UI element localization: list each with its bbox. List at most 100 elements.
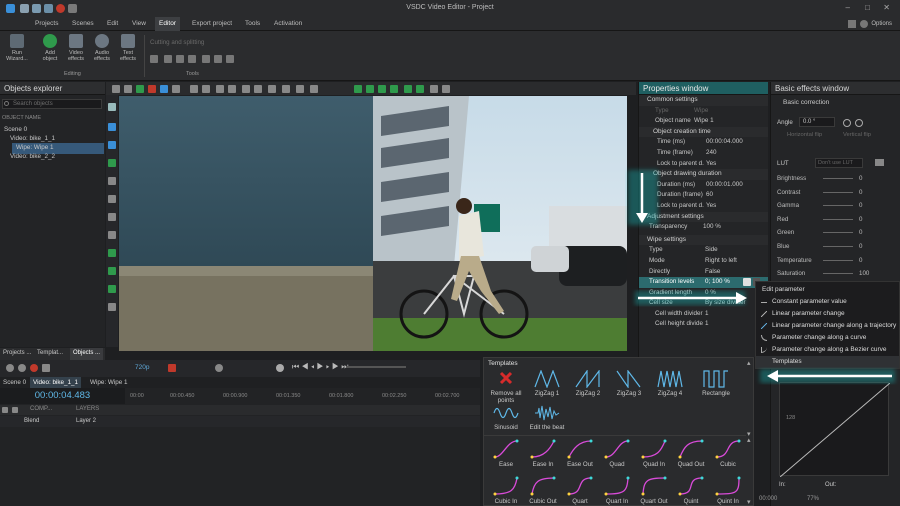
speed-icon[interactable] <box>214 55 222 63</box>
eye-icon[interactable] <box>2 407 8 413</box>
scissors-icon[interactable] <box>150 55 158 63</box>
shape-icon[interactable] <box>108 123 116 131</box>
zoom-slider[interactable] <box>346 366 406 368</box>
video-preview[interactable] <box>119 96 627 351</box>
maximize-icon[interactable]: □ <box>865 3 870 12</box>
tree-video-bike2[interactable]: Video: bike_2_2 <box>10 152 55 163</box>
zoom-icon[interactable] <box>112 85 120 93</box>
crop-tool-icon[interactable] <box>216 85 224 93</box>
template-edit-beat[interactable]: Edit the beat <box>525 404 569 431</box>
size-icon[interactable] <box>310 85 318 93</box>
menu-projects[interactable]: Projects <box>31 17 62 31</box>
angle-input[interactable]: 0.0 ° <box>799 117 835 127</box>
add-track-icon[interactable] <box>6 364 14 372</box>
easing-quint-in[interactable]: Quint In <box>706 476 750 505</box>
image-icon[interactable] <box>108 177 116 185</box>
split-icon[interactable] <box>164 55 172 63</box>
tab-projects[interactable]: Projects ... <box>3 350 31 356</box>
audio-icon[interactable] <box>108 267 116 275</box>
template-sinusoid[interactable]: Sinusoid <box>484 404 528 431</box>
position-icon[interactable] <box>296 85 304 93</box>
basic-correction-header[interactable]: Basic correction <box>783 99 829 106</box>
prop-row-time-frame[interactable]: Time (frame) 240 <box>639 148 768 159</box>
menu-edit[interactable]: Edit <box>103 17 122 31</box>
h-center-icon[interactable] <box>430 85 438 93</box>
menu-tools[interactable]: Tools <box>241 17 264 31</box>
grid-icon[interactable] <box>124 85 132 93</box>
volume-icon[interactable] <box>215 364 223 372</box>
layer-order-icon[interactable] <box>242 85 250 93</box>
menu-activation[interactable]: Activation <box>270 17 306 31</box>
delete-icon[interactable] <box>148 85 156 93</box>
text-tool-icon[interactable] <box>108 195 116 203</box>
easing-cubic[interactable]: Cubic <box>706 439 750 468</box>
pointer-icon[interactable] <box>108 103 116 111</box>
stabilize-icon[interactable] <box>226 55 234 63</box>
stop-icon[interactable] <box>168 364 176 372</box>
left-arrow-icon[interactable] <box>378 85 386 93</box>
prop-row-object-name[interactable]: Object name Wipe 1 <box>639 116 768 127</box>
menu-view[interactable]: View <box>128 17 150 31</box>
up-arrow-icon[interactable] <box>354 85 362 93</box>
lock-icon[interactable] <box>282 85 290 93</box>
vertical-flip-toggle[interactable]: Vertical flip <box>843 132 871 138</box>
v-center-icon[interactable] <box>442 85 450 93</box>
subtitle-icon[interactable] <box>108 213 116 221</box>
transport-controls[interactable]: ⏮ ◀ ◂ ▶ ▸ ▶ ⏭ <box>292 362 348 372</box>
rotate-icon[interactable] <box>202 55 210 63</box>
tab-templates[interactable]: Templat... <box>37 350 63 356</box>
text-effects-button[interactable]: Text effects <box>116 34 140 62</box>
blend-select[interactable]: Blend <box>24 418 39 424</box>
fit-icon[interactable] <box>228 85 236 93</box>
cutting-splitting-button[interactable]: Cutting and splitting <box>150 39 204 46</box>
bottom-align-icon[interactable] <box>416 85 424 93</box>
trim-icon[interactable] <box>176 55 184 63</box>
template-remove-all[interactable]: Remove all points <box>484 370 528 404</box>
prop-row-time-ms[interactable]: Time (ms) 00:00:04.000 <box>639 137 768 148</box>
down-arrow-icon[interactable] <box>366 85 374 93</box>
resolution-select[interactable]: 720p <box>135 364 149 371</box>
timeline-tab-video[interactable]: Video: bike_1_1 <box>30 377 82 388</box>
search-objects-input[interactable]: Search objects <box>2 99 102 109</box>
menu-scenes[interactable]: Scenes <box>68 17 98 31</box>
move-icon[interactable] <box>108 303 116 311</box>
template-zigzag2[interactable]: ZigZag 2 <box>566 370 610 397</box>
lock-layer-icon[interactable] <box>12 407 18 413</box>
video-effects-button[interactable]: Video effects <box>64 34 88 62</box>
group-icon[interactable] <box>254 85 262 93</box>
timeline-tab-wipe[interactable]: Wipe: Wipe 1 <box>90 379 127 386</box>
minimize-icon[interactable]: – <box>846 3 850 12</box>
right-arrow-icon[interactable] <box>390 85 398 93</box>
loop-icon[interactable] <box>276 364 284 372</box>
layer-row[interactable]: Blend Layer 2 <box>0 416 480 427</box>
crop-icon[interactable] <box>188 55 196 63</box>
video-icon[interactable] <box>108 249 116 257</box>
play-preview-icon[interactable] <box>136 85 144 93</box>
rotate-left-icon[interactable] <box>843 119 851 127</box>
common-settings-header[interactable]: Common settings <box>639 95 768 106</box>
magnet-icon[interactable] <box>268 85 276 93</box>
creation-time-header[interactable]: Object creation time <box>639 126 768 138</box>
template-zigzag1[interactable]: ZigZag 1 <box>525 370 569 397</box>
audio-effects-button[interactable]: Audio effects <box>90 34 114 62</box>
tab-objects[interactable]: Objects ... <box>70 348 104 360</box>
close-icon[interactable]: ✕ <box>883 3 890 12</box>
snapshot-icon[interactable] <box>42 364 50 372</box>
curve-graph[interactable]: 128 <box>779 382 891 478</box>
rotate-right-icon[interactable] <box>855 119 863 127</box>
add-object-button[interactable]: Add object <box>38 34 62 62</box>
top-align-icon[interactable] <box>404 85 412 93</box>
redo-icon[interactable] <box>172 85 180 93</box>
distribute-icon[interactable] <box>202 85 210 93</box>
horizontal-flip-toggle[interactable]: Horizontal flip <box>787 132 822 138</box>
timeline-tab-scene[interactable]: Scene 0 <box>3 379 26 386</box>
animation-icon[interactable] <box>108 285 116 293</box>
record-button[interactable] <box>30 364 38 372</box>
undo-icon[interactable] <box>160 85 168 93</box>
menu-editor[interactable]: Editor <box>155 17 180 31</box>
chart-icon[interactable] <box>108 231 116 239</box>
menu-export-project[interactable]: Export project <box>188 17 236 31</box>
options-button[interactable]: Options <box>867 17 896 31</box>
remove-track-icon[interactable] <box>18 364 26 372</box>
sprite-icon[interactable] <box>108 159 116 167</box>
